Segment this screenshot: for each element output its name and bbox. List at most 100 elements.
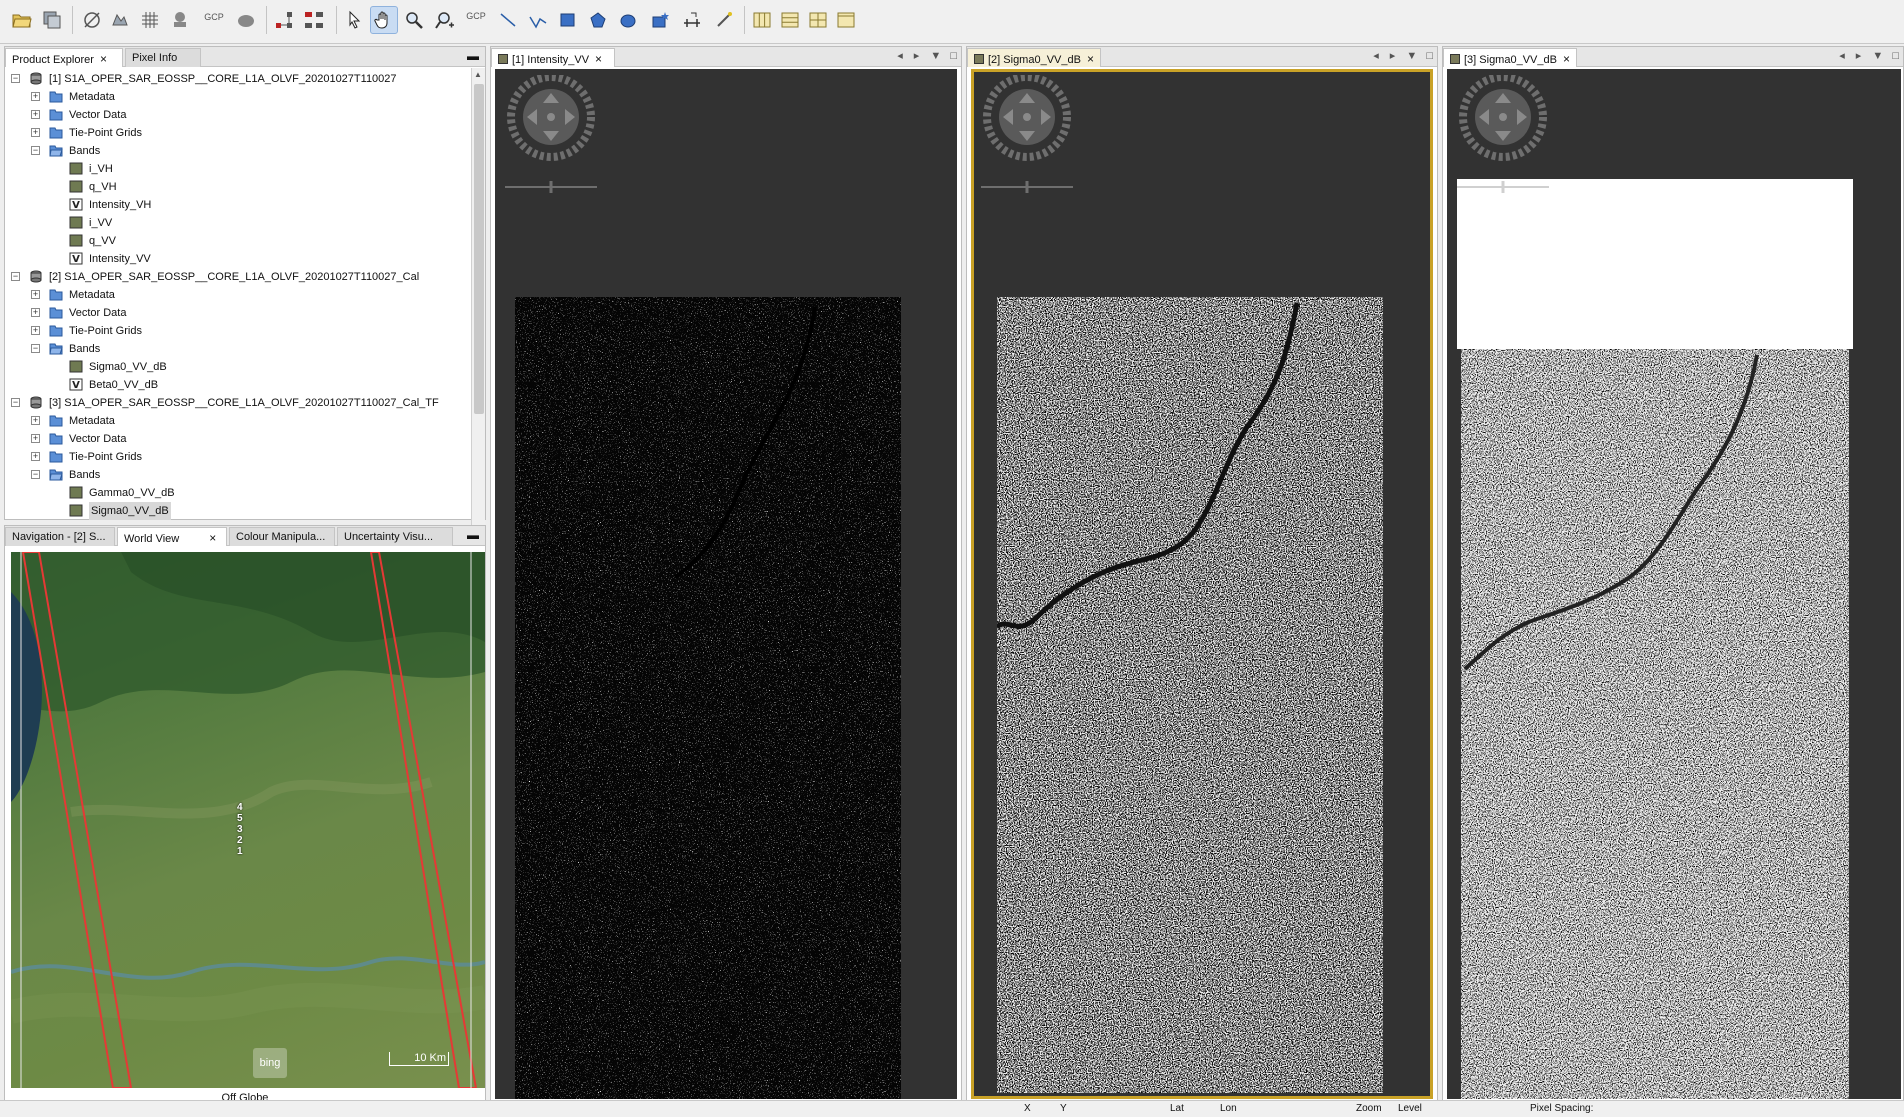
tile-horizontal-button[interactable] bbox=[748, 6, 776, 34]
collapse-icon[interactable]: − bbox=[31, 344, 40, 353]
expand-icon[interactable]: + bbox=[31, 326, 40, 335]
pin-button[interactable] bbox=[166, 6, 194, 34]
expand-icon[interactable]: + bbox=[31, 110, 40, 119]
tab-view-3[interactable]: [3] Sigma0_VV_dB × bbox=[1443, 48, 1577, 67]
next-icon[interactable]: ▸ bbox=[1856, 50, 1862, 62]
mask-manager-button[interactable] bbox=[232, 6, 260, 34]
tree-band-node[interactable]: i_VV bbox=[5, 214, 471, 232]
measure-tool-button[interactable] bbox=[710, 6, 738, 34]
pin-placing-tool-button[interactable] bbox=[430, 6, 458, 34]
select-tool-button[interactable] bbox=[340, 6, 368, 34]
tab-view-2[interactable]: [2] Sigma0_VV_dB × bbox=[967, 48, 1101, 67]
minimize-icon[interactable]: ▬ bbox=[467, 49, 479, 63]
scrollbar-thumb[interactable] bbox=[474, 84, 484, 414]
pan-tool-button[interactable] bbox=[370, 6, 398, 34]
close-icon[interactable]: × bbox=[209, 531, 216, 545]
tree-folder-node[interactable]: + Tie-Point Grids bbox=[5, 124, 471, 142]
prev-icon[interactable]: ◂ bbox=[1373, 50, 1379, 62]
tree-folder-node[interactable]: + Metadata bbox=[5, 286, 471, 304]
collapse-icon[interactable]: − bbox=[11, 272, 20, 281]
prev-icon[interactable]: ◂ bbox=[897, 50, 903, 62]
polygon-tool-button[interactable] bbox=[584, 6, 612, 34]
ellipse-tool-button[interactable] bbox=[614, 6, 642, 34]
close-icon[interactable]: × bbox=[1563, 52, 1570, 66]
tab-uncertainty-visualisation[interactable]: Uncertainty Visu... bbox=[337, 527, 453, 546]
tree-product-node[interactable]: − [2] S1A_OPER_SAR_EOSSP__CORE_L1A_OLVF_2… bbox=[5, 268, 471, 286]
world-map[interactable]: 4 5 3 2 1 bing 10 Km bbox=[11, 552, 485, 1088]
tile-vertical-button[interactable] bbox=[776, 6, 804, 34]
tab-navigation[interactable]: Navigation - [2] S... bbox=[5, 527, 115, 546]
session-button[interactable] bbox=[38, 6, 66, 34]
dropdown-icon[interactable]: ▼ bbox=[1406, 50, 1417, 62]
tab-product-explorer[interactable]: Product Explorer × bbox=[5, 48, 123, 67]
close-icon[interactable]: × bbox=[595, 52, 602, 66]
tree-folder-node[interactable]: + Metadata bbox=[5, 88, 471, 106]
range-finder-button[interactable] bbox=[106, 6, 134, 34]
tree-band-node[interactable]: q_VV bbox=[5, 232, 471, 250]
next-icon[interactable]: ▸ bbox=[1390, 50, 1396, 62]
maximize-icon[interactable]: □ bbox=[1892, 50, 1899, 62]
tab-world-view[interactable]: World View × bbox=[117, 527, 227, 546]
expand-icon[interactable]: + bbox=[31, 128, 40, 137]
batch-processing-button[interactable] bbox=[300, 6, 328, 34]
open-product-button[interactable] bbox=[8, 6, 36, 34]
vector-tool-button[interactable] bbox=[678, 6, 706, 34]
tree-band-node[interactable]: Sigma0_VV_dB bbox=[5, 358, 471, 376]
tree-folder-node[interactable]: + Metadata bbox=[5, 412, 471, 430]
insert-figure-button[interactable] bbox=[646, 6, 674, 34]
tree-folder-node[interactable]: − Bands bbox=[5, 142, 471, 160]
image-canvas[interactable] bbox=[971, 69, 1433, 1099]
dropdown-icon[interactable]: ▼ bbox=[930, 50, 941, 62]
tab-view-1[interactable]: [1] Intensity_VV × bbox=[491, 48, 615, 67]
tree-band-node[interactable]: V Intensity_VH bbox=[5, 196, 471, 214]
tree-folder-node[interactable]: + Tie-Point Grids bbox=[5, 448, 471, 466]
graticule-button[interactable] bbox=[136, 6, 164, 34]
dropdown-icon[interactable]: ▼ bbox=[1872, 50, 1883, 62]
tree-product-node[interactable]: − [3] S1A_OPER_SAR_EOSSP__CORE_L1A_OLVF_2… bbox=[5, 394, 471, 412]
gcp-manager-button[interactable]: GCP bbox=[200, 6, 228, 34]
close-icon[interactable]: × bbox=[1087, 52, 1094, 66]
tree-folder-node[interactable]: − Bands bbox=[5, 466, 471, 484]
navigation-compass-icon[interactable] bbox=[1453, 75, 1553, 195]
expand-icon[interactable]: + bbox=[31, 308, 40, 317]
tree-folder-node[interactable]: + Vector Data bbox=[5, 106, 471, 124]
navigation-compass-icon[interactable] bbox=[977, 75, 1077, 195]
scroll-up-icon[interactable]: ▲ bbox=[474, 70, 482, 79]
maximize-icon[interactable]: □ bbox=[950, 50, 957, 62]
expand-icon[interactable]: + bbox=[31, 434, 40, 443]
collapse-icon[interactable]: − bbox=[31, 146, 40, 155]
tree-band-node[interactable]: V Beta0_VV_dB bbox=[5, 376, 471, 394]
close-icon[interactable]: × bbox=[100, 52, 107, 66]
maximize-icon[interactable]: □ bbox=[1426, 50, 1433, 62]
tree-band-node[interactable]: Sigma0_VV_dB bbox=[5, 502, 471, 520]
tile-evenly-button[interactable] bbox=[804, 6, 832, 34]
minimize-icon[interactable]: ▬ bbox=[467, 528, 479, 542]
collapse-icon[interactable]: − bbox=[11, 398, 20, 407]
tree-folder-node[interactable]: + Vector Data bbox=[5, 304, 471, 322]
collapse-icon[interactable]: − bbox=[11, 74, 20, 83]
tree-band-node[interactable]: Gamma0_VV_dB bbox=[5, 484, 471, 502]
line-tool-button[interactable] bbox=[494, 6, 522, 34]
next-icon[interactable]: ▸ bbox=[914, 50, 920, 62]
tree-band-node[interactable]: V Intensity_VV bbox=[5, 250, 471, 268]
rectangle-tool-button[interactable] bbox=[554, 6, 582, 34]
tree-product-node[interactable]: − [1] S1A_OPER_SAR_EOSSP__CORE_L1A_OLVF_2… bbox=[5, 70, 471, 88]
polyline-tool-button[interactable] bbox=[524, 6, 552, 34]
prev-icon[interactable]: ◂ bbox=[1839, 50, 1845, 62]
tree-scrollbar[interactable]: ▲ ▼ bbox=[471, 68, 485, 564]
tree-band-node[interactable]: i_VH bbox=[5, 160, 471, 178]
tree-folder-node[interactable]: + Tie-Point Grids bbox=[5, 322, 471, 340]
image-canvas[interactable] bbox=[1447, 69, 1901, 1099]
tab-colour-manipulation[interactable]: Colour Manipula... bbox=[229, 527, 335, 546]
tree-band-node[interactable]: q_VH bbox=[5, 178, 471, 196]
expand-icon[interactable]: + bbox=[31, 92, 40, 101]
collapse-icon[interactable]: − bbox=[31, 470, 40, 479]
tree-folder-node[interactable]: − Bands bbox=[5, 340, 471, 358]
expand-icon[interactable]: + bbox=[31, 416, 40, 425]
navigation-compass-icon[interactable] bbox=[501, 75, 601, 195]
mask-button[interactable] bbox=[78, 6, 106, 34]
zoom-tool-button[interactable] bbox=[400, 6, 428, 34]
graph-builder-button[interactable] bbox=[270, 6, 298, 34]
gcp-placing-tool-button[interactable]: GCP bbox=[462, 6, 490, 34]
tab-pixel-info[interactable]: Pixel Info bbox=[125, 48, 201, 67]
